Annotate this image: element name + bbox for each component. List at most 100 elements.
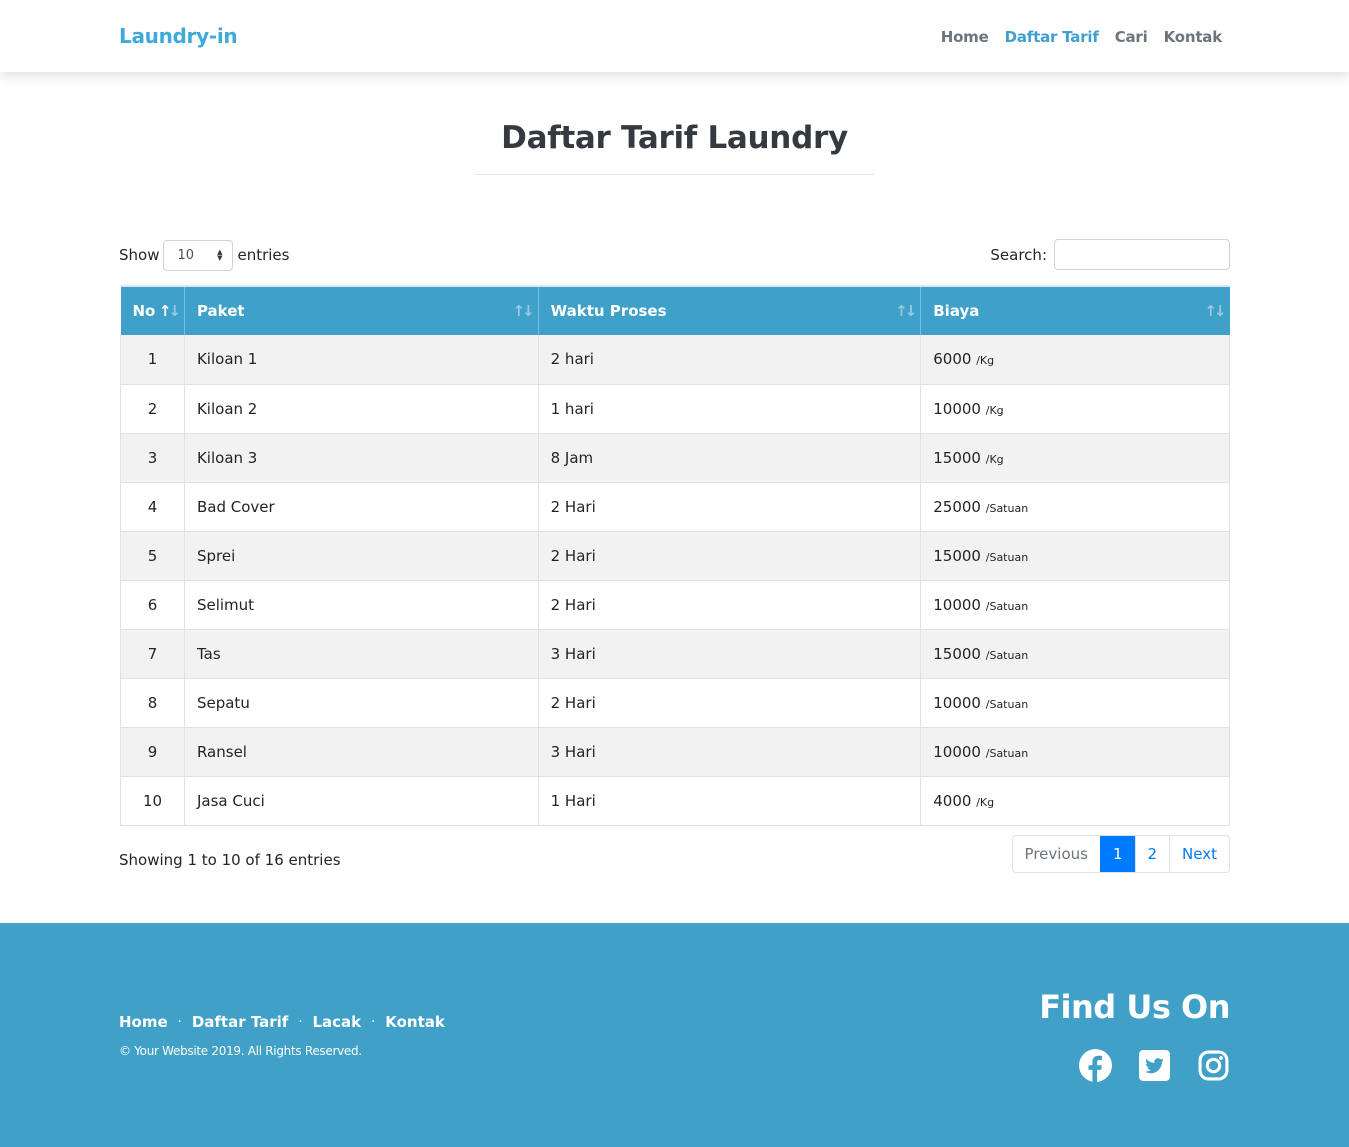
- entries-select[interactable]: 10 ▲ ▼: [163, 239, 234, 271]
- footer-link-daftar-tarif[interactable]: Daftar Tarif: [192, 1013, 289, 1031]
- price-unit: /Satuan: [985, 599, 1029, 613]
- cell-waktu: 2 Hari: [538, 580, 922, 630]
- footer-separator: ·: [371, 1014, 376, 1030]
- table-header-row: No ↑↓ Paket ↑↓ Waktu Proses ↑↓ Biaya ↑↓: [120, 285, 1230, 335]
- search-control: Search:: [990, 239, 1230, 270]
- entries-length-control: Show 10 ▲ ▼ entries: [119, 239, 289, 271]
- table-row: 3 Kiloan 38 Jam 15000 /Kg: [120, 433, 1230, 483]
- price-value: 6000: [933, 350, 972, 369]
- table-row: 5 Sprei 2 Hari 15000 /Satuan: [120, 531, 1230, 581]
- cell-no: 6: [120, 580, 185, 630]
- nav-link-cari[interactable]: Cari: [1115, 28, 1148, 46]
- column-header-biaya[interactable]: Biaya ↑↓: [920, 285, 1230, 335]
- entries-label: entries: [237, 246, 290, 264]
- cell-paket: Sprei: [184, 531, 539, 581]
- twitter-icon[interactable]: [1138, 1049, 1171, 1082]
- cell-biaya: 15000 /Satuan: [920, 629, 1230, 679]
- table-row: 10 Jasa Cuci 1 Hari 4000 /Kg: [120, 776, 1230, 826]
- cell-no: 2: [120, 384, 185, 434]
- price-unit: /Satuan: [985, 648, 1029, 662]
- cell-paket: Bad Cover: [184, 482, 539, 532]
- price-unit: /Kg: [976, 354, 995, 368]
- cell-waktu: 1 hari: [538, 384, 922, 434]
- nav-link-home[interactable]: Home: [941, 28, 989, 46]
- price-value: 15000: [933, 448, 981, 467]
- nav-link-kontak[interactable]: Kontak: [1164, 28, 1223, 46]
- find-us-heading: Find Us On: [1039, 988, 1230, 1026]
- price-value: 4000: [933, 791, 972, 810]
- cell-biaya: 25000 /Satuan: [920, 482, 1230, 532]
- cell-no: 3: [120, 433, 185, 483]
- cell-no: 7: [120, 629, 185, 679]
- search-label: Search:: [990, 245, 1047, 264]
- page-title: Daftar Tarif Laundry: [501, 120, 848, 156]
- tariff-table: No ↑↓ Paket ↑↓ Waktu Proses ↑↓ Biaya ↑↓ 1 Kil…: [120, 285, 1230, 826]
- cell-paket: Ransel: [184, 727, 539, 777]
- table-body: 1 Kiloan 12 hari 6000 /Kg 2 Kiloan 21 hari 10…: [120, 335, 1230, 826]
- cell-paket: Jasa Cuci: [184, 776, 539, 826]
- facebook-icon[interactable]: [1079, 1049, 1112, 1082]
- cell-waktu: 1 Hari: [538, 776, 922, 826]
- price-value: 25000: [933, 497, 981, 516]
- sort-icon: ↑↓: [512, 302, 534, 320]
- price-unit: /Kg: [985, 403, 1004, 417]
- table-row: 2 Kiloan 21 hari 10000 /Kg: [120, 384, 1230, 434]
- cell-waktu: 3 Hari: [538, 727, 922, 777]
- table-row: 1 Kiloan 12 hari 6000 /Kg: [120, 335, 1230, 385]
- cell-no: 9: [120, 727, 185, 777]
- cell-paket: Sepatu: [184, 678, 539, 728]
- nav-menu: Home Daftar Tarif Cari Kontak: [925, 28, 1222, 46]
- cell-biaya: 10000 /Satuan: [920, 678, 1230, 728]
- cell-paket: Kiloan 2: [184, 384, 539, 434]
- price-unit: /Kg: [985, 452, 1004, 466]
- footer-link-home[interactable]: Home: [119, 1013, 168, 1031]
- instagram-icon[interactable]: [1197, 1049, 1230, 1082]
- cell-no: 10: [120, 776, 185, 826]
- cell-paket: Kiloan 1: [184, 335, 539, 385]
- price-value: 10000: [933, 399, 981, 418]
- cell-biaya: 10000 /Kg: [920, 384, 1230, 434]
- brand-logo[interactable]: Laundry-in: [119, 24, 238, 48]
- table-row: 8 Sepatu 2 Hari 10000 /Satuan: [120, 678, 1230, 728]
- cell-waktu: 2 hari: [538, 335, 922, 385]
- table-row: 6 Selimut 2 Hari 10000 /Satuan: [120, 580, 1230, 630]
- table-row: 4 Bad Cover 2 Hari 25000 /Satuan: [120, 482, 1230, 532]
- price-unit: /Satuan: [985, 746, 1029, 760]
- price-value: 15000: [933, 644, 981, 663]
- cell-waktu: 2 Hari: [538, 531, 922, 581]
- cell-waktu: 3 Hari: [538, 629, 922, 679]
- price-value: 10000: [933, 595, 981, 614]
- nav-link-daftar-tarif[interactable]: Daftar Tarif: [1005, 28, 1099, 46]
- copyright-text: © Your Website 2019. All Rights Reserved…: [119, 1044, 362, 1058]
- column-header-waktu-proses[interactable]: Waktu Proses ↑↓: [538, 285, 922, 335]
- footer: Home · Daftar Tarif · Lacak · Kontak © Y…: [0, 923, 1349, 1147]
- cell-biaya: 15000 /Satuan: [920, 531, 1230, 581]
- pagination-next[interactable]: Next: [1169, 836, 1229, 872]
- cell-biaya: 6000 /Kg: [920, 335, 1230, 385]
- show-label: Show: [119, 246, 160, 264]
- sort-icon: ↑↓: [895, 302, 917, 320]
- cell-paket: Selimut: [184, 580, 539, 630]
- table-row: 9 Ransel 3 Hari 10000 /Satuan: [120, 727, 1230, 777]
- price-value: 10000: [933, 693, 981, 712]
- price-value: 15000: [933, 546, 981, 565]
- price-value: 10000: [933, 742, 981, 761]
- pagination-previous[interactable]: Previous: [1013, 836, 1100, 872]
- footer-link-lacak[interactable]: Lacak: [312, 1013, 361, 1031]
- pagination-page-1[interactable]: 1: [1099, 836, 1135, 872]
- footer-link-kontak[interactable]: Kontak: [385, 1013, 445, 1031]
- column-header-paket[interactable]: Paket ↑↓: [184, 285, 539, 335]
- column-header-no[interactable]: No ↑↓: [120, 285, 185, 335]
- search-input[interactable]: [1054, 239, 1230, 270]
- pagination-page-2[interactable]: 2: [1134, 836, 1170, 872]
- footer-links: Home · Daftar Tarif · Lacak · Kontak: [119, 1013, 445, 1031]
- cell-paket: Tas: [184, 629, 539, 679]
- footer-separator: ·: [298, 1014, 303, 1030]
- cell-biaya: 15000 /Kg: [920, 433, 1230, 483]
- cell-biaya: 10000 /Satuan: [920, 580, 1230, 630]
- cell-paket: Kiloan 3: [184, 433, 539, 483]
- entries-select-value: 10: [177, 247, 195, 263]
- price-unit: /Satuan: [985, 697, 1029, 711]
- price-unit: /Kg: [976, 795, 995, 809]
- table-info: Showing 1 to 10 of 16 entries: [119, 851, 341, 869]
